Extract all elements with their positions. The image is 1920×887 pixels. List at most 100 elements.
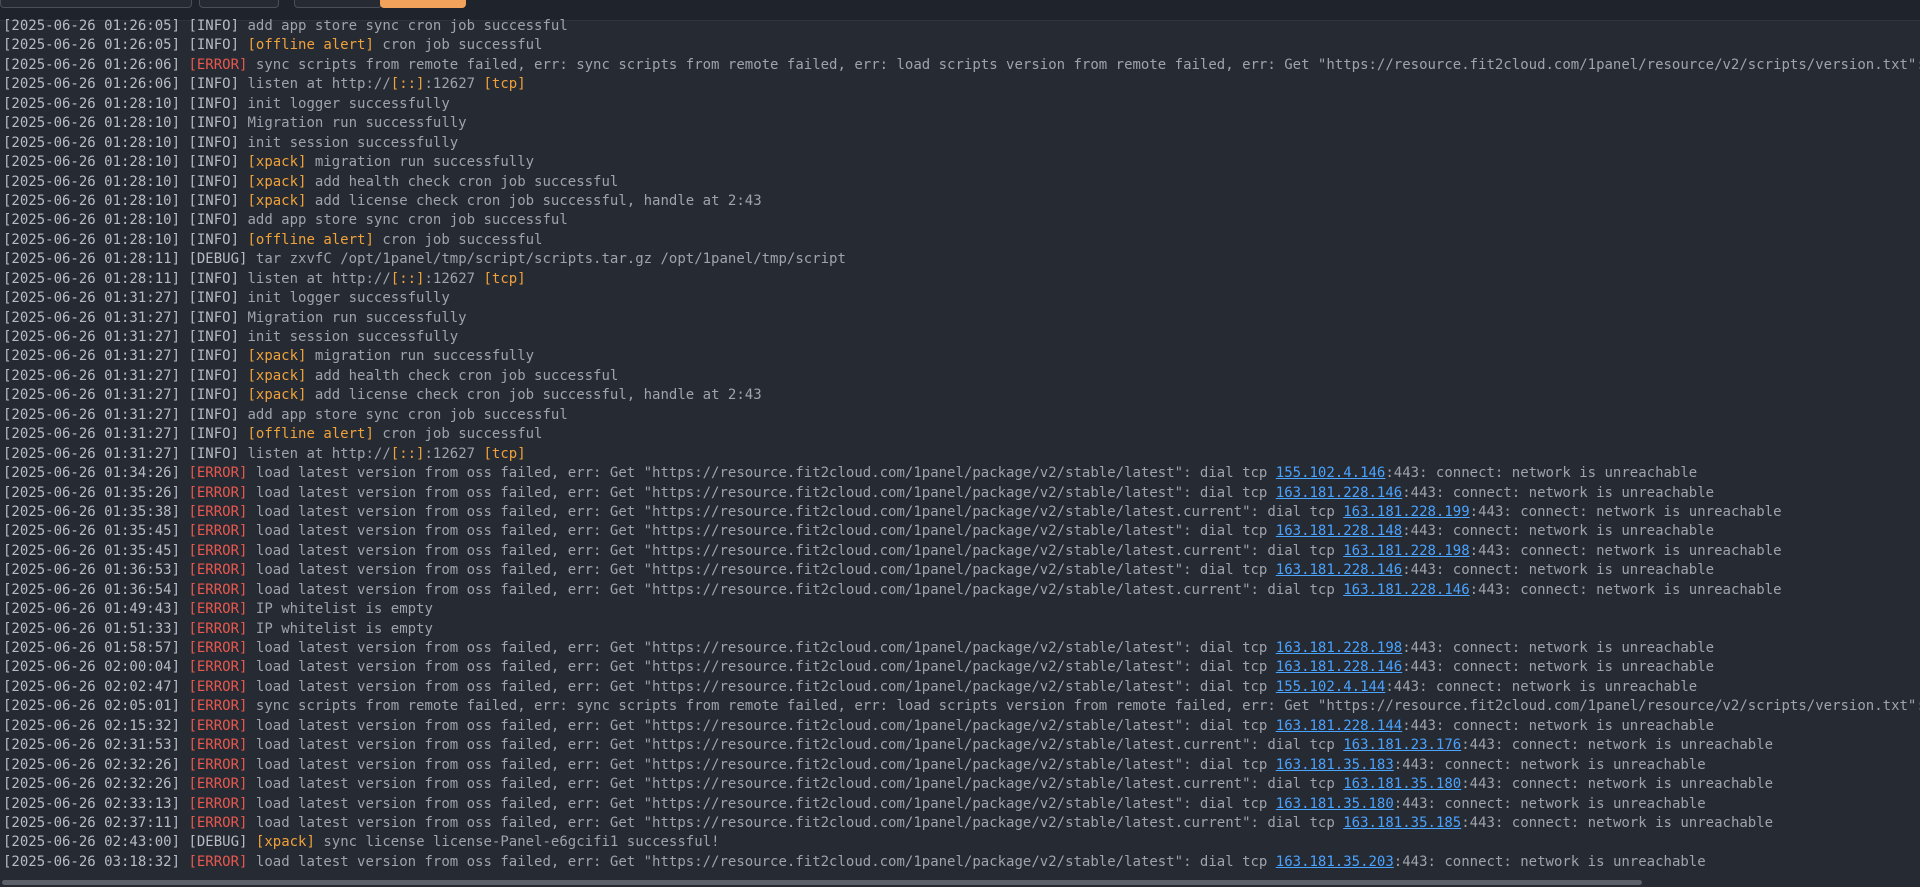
ip-link[interactable]: 163.181.35.180 — [1343, 776, 1461, 792]
log-timestamp: [2025-06-26 01:28:11] — [3, 251, 181, 268]
ip-link[interactable]: 163.181.228.146 — [1343, 582, 1469, 598]
log-level: [INFO] — [188, 173, 240, 190]
log-level: [ERROR] — [188, 465, 248, 482]
ip-link[interactable]: 163.181.228.146 — [1276, 562, 1402, 578]
log-timestamp: [2025-06-26 01:31:27] — [3, 367, 181, 384]
log-tag: [xpack] — [255, 834, 315, 851]
log-line: [2025-06-26 01:26:06] [ERROR] sync scrip… — [0, 56, 1920, 75]
log-timestamp: [2025-06-26 01:26:06] — [3, 56, 181, 73]
log-line: [2025-06-26 02:15:32] [ERROR] load lates… — [0, 717, 1920, 736]
log-timestamp: [2025-06-26 01:26:05] — [3, 18, 181, 34]
log-level: [ERROR] — [188, 581, 248, 598]
log-message: init session successfully — [247, 329, 459, 345]
log-message: listen at http:// — [247, 270, 391, 287]
log-line: [2025-06-26 02:32:26] [ERROR] load lates… — [0, 756, 1920, 775]
log-message: IP whitelist is empty — [255, 620, 433, 637]
log-message: Migration run successfully — [247, 309, 467, 326]
log-level: [ERROR] — [188, 853, 248, 870]
log-level: [INFO] — [188, 290, 240, 307]
ip-link[interactable]: 155.102.4.146 — [1276, 465, 1386, 481]
log-line: [2025-06-26 01:28:11] [DEBUG] tar zxvfC … — [0, 250, 1920, 269]
log-line: [2025-06-26 01:28:10] [INFO] Migration r… — [0, 114, 1920, 133]
log-timestamp: [2025-06-26 01:35:45] — [3, 542, 181, 559]
log-level: [ERROR] — [188, 756, 248, 773]
log-tag: [tcp] — [483, 445, 526, 462]
log-tag: [xpack] — [247, 367, 307, 384]
log-line: [2025-06-26 02:33:13] [ERROR] load lates… — [0, 795, 1920, 814]
ip-link[interactable]: 163.181.228.148 — [1276, 523, 1402, 539]
log-message: :443: connect: network is unreachable — [1402, 562, 1715, 579]
log-message: :443: connect: network is unreachable — [1469, 581, 1782, 598]
log-line: [2025-06-26 01:28:10] [INFO] [xpack] add… — [0, 173, 1920, 192]
log-message: load latest version from oss failed, err… — [255, 717, 1276, 734]
log-line: [2025-06-26 01:51:33] [ERROR] IP whiteli… — [0, 620, 1920, 639]
log-timestamp: [2025-06-26 01:31:27] — [3, 387, 181, 404]
log-timestamp: [2025-06-26 02:32:26] — [3, 756, 181, 773]
log-line: [2025-06-26 02:32:26] [ERROR] load lates… — [0, 775, 1920, 794]
log-timestamp: [2025-06-26 02:31:53] — [3, 737, 181, 754]
log-line: [2025-06-26 01:34:26] [ERROR] load lates… — [0, 464, 1920, 483]
log-timestamp: [2025-06-26 01:51:33] — [3, 620, 181, 637]
ip-link[interactable]: 163.181.228.144 — [1276, 718, 1402, 734]
log-message: :443: connect: network is unreachable — [1402, 659, 1715, 676]
log-timestamp: [2025-06-26 01:35:45] — [3, 523, 181, 540]
log-timestamp: [2025-06-26 01:31:27] — [3, 406, 181, 423]
log-message: add health check cron job successful — [306, 173, 619, 190]
log-level: [ERROR] — [188, 503, 248, 520]
log-message: init session successfully — [247, 134, 459, 151]
toolbar-button[interactable] — [294, 0, 382, 8]
log-timestamp: [2025-06-26 01:31:27] — [3, 426, 181, 443]
toolbar-button-active[interactable] — [380, 0, 466, 8]
log-line: [2025-06-26 01:31:27] [INFO] [offline al… — [0, 425, 1920, 444]
log-timestamp: [2025-06-26 01:31:27] — [3, 290, 181, 307]
ip-link[interactable]: 163.181.228.198 — [1276, 640, 1402, 656]
horizontal-scrollbar[interactable] — [0, 878, 1920, 887]
log-line: [2025-06-26 01:26:05] [INFO] add app sto… — [0, 17, 1920, 36]
ip-link[interactable]: 155.102.4.144 — [1276, 679, 1386, 695]
log-tag: [xpack] — [247, 173, 307, 190]
log-message: add app store sync cron job successful — [247, 406, 568, 423]
toolbar-button[interactable] — [0, 0, 192, 8]
log-message: :443: connect: network is unreachable — [1469, 542, 1782, 559]
log-line: [2025-06-26 01:35:45] [ERROR] load lates… — [0, 522, 1920, 541]
log-timestamp: [2025-06-26 01:28:10] — [3, 95, 181, 112]
ip-link[interactable]: 163.181.228.198 — [1343, 543, 1469, 559]
log-line: [2025-06-26 02:05:01] [ERROR] sync scrip… — [0, 697, 1920, 716]
scrollbar-thumb[interactable] — [2, 880, 1642, 885]
log-tag: [offline alert] — [247, 37, 374, 54]
log-timestamp: [2025-06-26 01:31:27] — [3, 329, 181, 345]
ip-link[interactable]: 163.181.228.199 — [1343, 504, 1469, 520]
toolbar-button[interactable] — [199, 0, 279, 8]
log-message: tar zxvfC /opt/1panel/tmp/script/scripts… — [255, 251, 846, 268]
log-timestamp: [2025-06-26 02:15:32] — [3, 717, 181, 734]
log-level: [ERROR] — [188, 659, 248, 676]
ip-link[interactable]: 163.181.35.185 — [1343, 815, 1461, 831]
log-timestamp: [2025-06-26 01:28:11] — [3, 270, 181, 287]
log-message: :443: connect: network is unreachable — [1402, 717, 1715, 734]
log-line: [2025-06-26 02:02:47] [ERROR] load lates… — [0, 678, 1920, 697]
log-message: :443: connect: network is unreachable — [1402, 484, 1715, 501]
log-message: migration run successfully — [306, 154, 535, 171]
log-timestamp: [2025-06-26 01:26:06] — [3, 76, 181, 93]
ip-link[interactable]: 163.181.228.146 — [1276, 659, 1402, 675]
log-message: load latest version from oss failed, err… — [255, 640, 1276, 656]
log-timestamp: [2025-06-26 01:34:26] — [3, 465, 181, 482]
log-level: [ERROR] — [188, 776, 248, 793]
log-message: load latest version from oss failed, err… — [255, 776, 1344, 793]
log-message: :443: connect: network is unreachable — [1402, 640, 1715, 656]
log-level: [INFO] — [188, 231, 240, 248]
log-level: [ERROR] — [188, 56, 248, 73]
ip-link[interactable]: 163.181.23.176 — [1343, 737, 1461, 753]
log-timestamp: [2025-06-26 01:28:10] — [3, 192, 181, 209]
ip-link[interactable]: 163.181.35.180 — [1276, 796, 1394, 812]
ip-link[interactable]: 163.181.35.183 — [1276, 757, 1394, 773]
log-viewer[interactable]: [2025-06-26 01:26:05] [INFO] add app sto… — [0, 17, 1920, 877]
log-line: [2025-06-26 02:43:00] [DEBUG] [xpack] sy… — [0, 833, 1920, 852]
log-message: :443: connect: network is unreachable — [1385, 465, 1698, 482]
ip-link[interactable]: 163.181.35.203 — [1276, 854, 1394, 870]
ip-link[interactable]: 163.181.228.146 — [1276, 485, 1402, 501]
log-level: [ERROR] — [188, 523, 248, 540]
log-timestamp: [2025-06-26 01:26:05] — [3, 37, 181, 54]
log-level: [ERROR] — [188, 640, 248, 656]
log-message: :443: connect: network is unreachable — [1461, 737, 1774, 754]
